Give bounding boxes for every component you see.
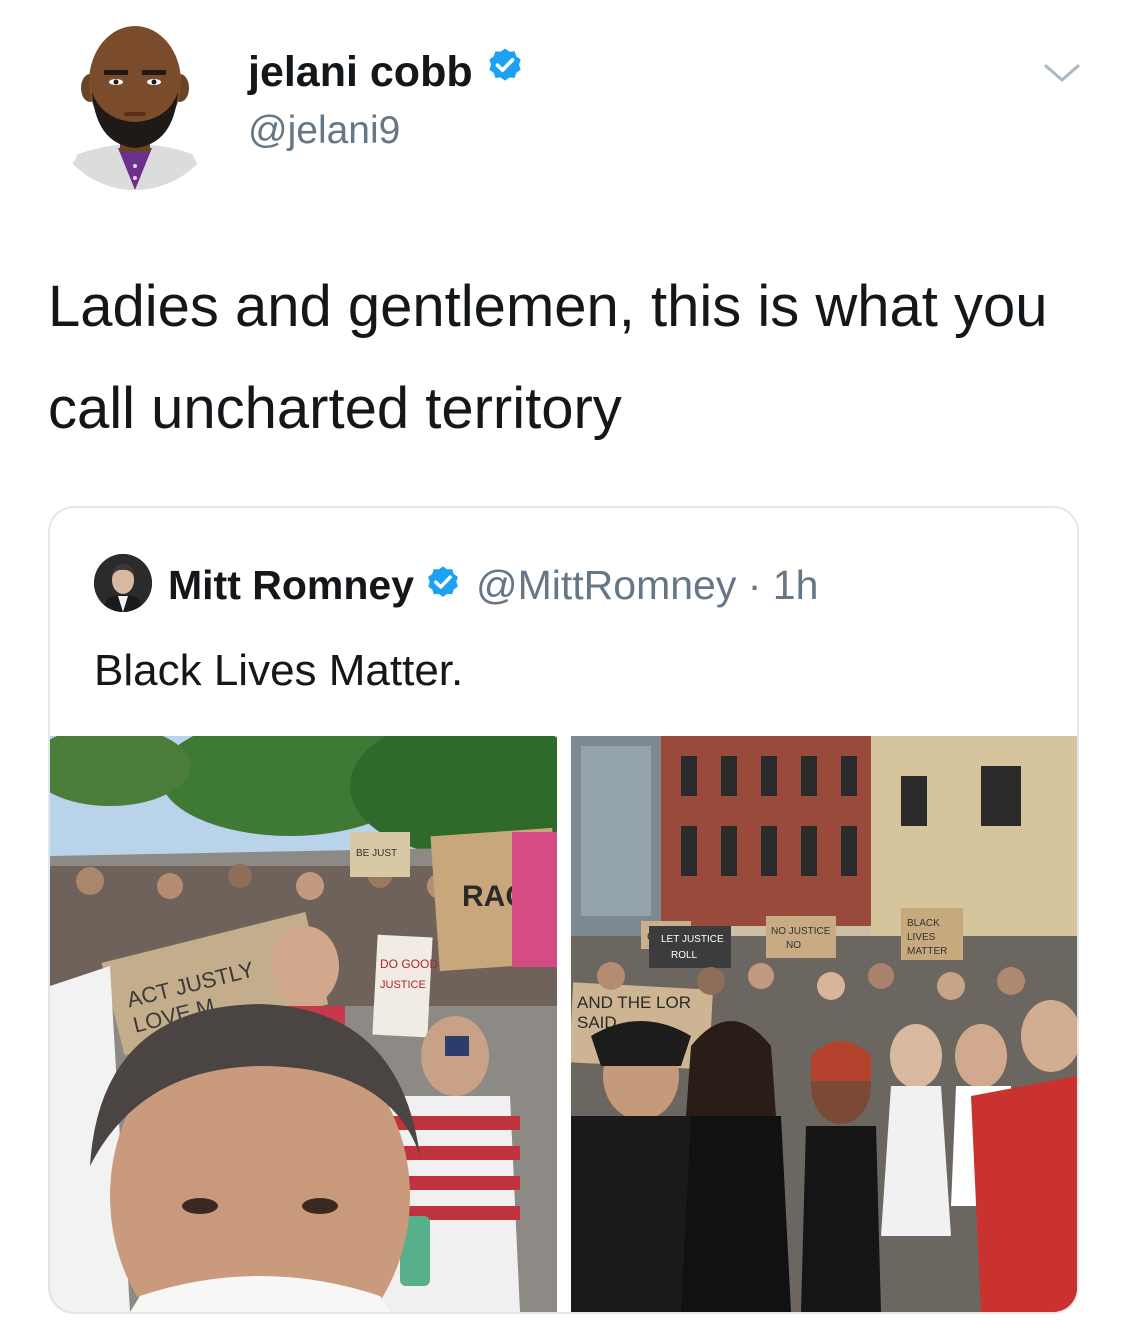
bearded-man-avatar-icon	[48, 16, 222, 190]
sign-no-justice: NO JUSTICE	[771, 926, 831, 937]
author-handle[interactable]: @jelani9	[248, 106, 525, 156]
svg-text:NO: NO	[786, 940, 801, 951]
timestamp[interactable]: 1h	[773, 562, 819, 609]
author-name[interactable]: jelani cobb	[248, 46, 473, 98]
photo-street-march[interactable]: GOD LET JUSTICE ROLL NO JUSTICE NO BLACK…	[571, 736, 1077, 1312]
author-avatar[interactable]	[48, 16, 222, 190]
sign-and-the-lord-said: AND THE LOR	[577, 993, 691, 1012]
quoted-tweet-card[interactable]: Mitt Romney @MittRomney · 1h Black Lives…	[48, 506, 1079, 1314]
author-name-row[interactable]: jelani cobb	[248, 46, 525, 98]
separator-dot: ·	[736, 561, 773, 608]
quoted-author-handle[interactable]: @MittRomney	[476, 562, 736, 609]
svg-text:LIVES: LIVES	[907, 932, 936, 943]
photo-protest-selfie[interactable]: RACIS BE JUST DO GOOD JUSTICE ACT JUSTLY…	[50, 736, 557, 1312]
verified-badge-icon	[424, 564, 462, 607]
tweet-text: Ladies and gentlemen, this is what you c…	[48, 274, 1048, 441]
svg-text:ROLL: ROLL	[671, 950, 698, 961]
quoted-tweet-text: Black Lives Matter.	[94, 646, 464, 695]
quoted-header[interactable]: Mitt Romney @MittRomney · 1h	[168, 558, 818, 612]
svg-text:JUSTICE: JUSTICE	[380, 979, 426, 991]
sign-let-justice-roll: LET JUSTICE	[661, 934, 724, 945]
sign-black-lives-matter: BLACK	[907, 918, 940, 929]
svg-text:MATTER: MATTER	[907, 946, 947, 957]
verified-badge-icon	[485, 46, 525, 98]
chevron-down-icon[interactable]	[1042, 58, 1082, 88]
sign-do-good: DO GOOD	[380, 957, 438, 971]
author-block[interactable]: jelani cobb @jelani9	[248, 46, 525, 156]
quoted-author-name[interactable]: Mitt Romney	[168, 562, 414, 609]
quoted-author-avatar[interactable]	[94, 554, 152, 612]
sign-be-just: BE JUST	[356, 848, 397, 859]
